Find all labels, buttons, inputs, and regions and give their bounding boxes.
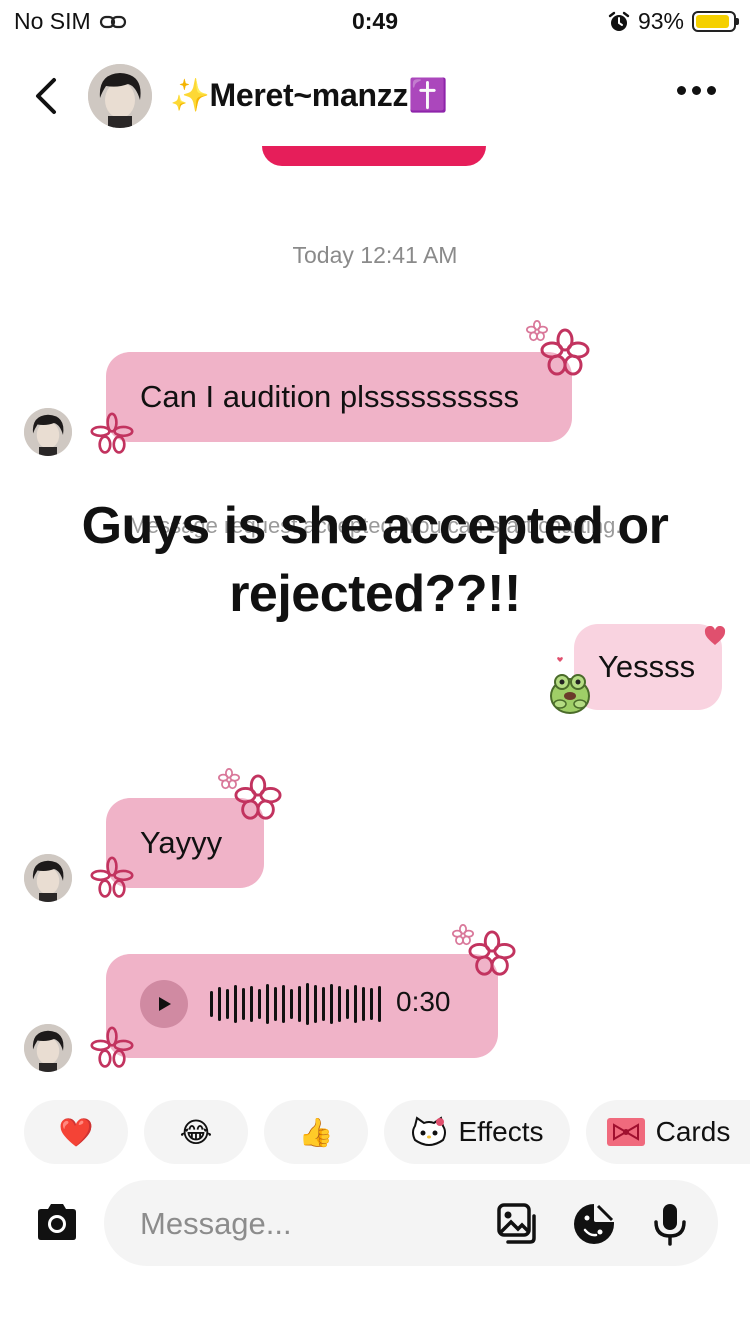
- waveform-bar: [362, 987, 365, 1021]
- chevron-left-icon[interactable]: [28, 74, 64, 118]
- message-bubble-outgoing[interactable]: Yessss: [574, 624, 722, 710]
- laughing-emoji-icon: 😂: [179, 1116, 213, 1148]
- kitty-icon: [412, 1116, 447, 1146]
- waveform-bar: [322, 987, 325, 1021]
- quick-actions-row: ❤️ 😂 👍 Effects Cards: [0, 1100, 750, 1164]
- waveform-bar: [210, 991, 213, 1017]
- thumbs-up-react-button[interactable]: 👍: [264, 1100, 368, 1164]
- cards-label: Cards: [655, 1116, 731, 1147]
- waveform-bar: [258, 989, 261, 1019]
- small-flower-icon: [218, 768, 240, 790]
- message-text: Can I audition plssssssssss: [140, 379, 520, 414]
- message-placeholder: Message...: [140, 1206, 292, 1241]
- sender-avatar[interactable]: [24, 854, 72, 902]
- small-flower-icon: [526, 320, 548, 342]
- dot: [677, 86, 686, 95]
- message-text: Yessss: [598, 649, 696, 684]
- ellipsis-icon[interactable]: [677, 86, 716, 95]
- message-input[interactable]: Message...: [104, 1180, 718, 1266]
- battery-fill: [696, 15, 730, 28]
- gallery-icon[interactable]: [496, 1202, 540, 1246]
- play-icon: [159, 997, 171, 1011]
- message-bubble[interactable]: Can I audition plssssssssss: [106, 352, 572, 442]
- heart-icon: ❤️: [58, 1116, 94, 1148]
- camera-icon[interactable]: [34, 1202, 80, 1242]
- thumbs-up-icon: 👍: [298, 1116, 334, 1148]
- voice-waveform[interactable]: [210, 983, 381, 1025]
- flower-icon: [234, 774, 282, 820]
- battery-percent: 93%: [637, 8, 684, 34]
- waveform-bar: [306, 983, 309, 1025]
- waveform-bar: [242, 988, 245, 1020]
- flower-icon: [90, 856, 134, 898]
- chat-timestamp: Today 12:41 AM: [292, 242, 458, 268]
- avatar-image: [24, 854, 72, 902]
- waveform-bar: [266, 984, 269, 1024]
- dot: [707, 86, 716, 95]
- avatar-image: [88, 64, 152, 128]
- flower-icon: [90, 1026, 134, 1068]
- waveform-bar: [370, 988, 373, 1020]
- waveform-bar: [282, 985, 285, 1023]
- heart-react-button[interactable]: ❤️: [24, 1100, 128, 1164]
- play-button[interactable]: [140, 980, 188, 1028]
- cards-button[interactable]: Cards: [586, 1100, 750, 1164]
- status-right: 93%: [608, 8, 739, 35]
- waveform-bar: [298, 986, 301, 1022]
- sticker-icon[interactable]: [572, 1202, 616, 1246]
- waveform-bar: [290, 989, 293, 1019]
- waveform-bar: [250, 986, 253, 1022]
- battery-icon: [692, 11, 739, 32]
- sender-avatar[interactable]: [24, 408, 72, 456]
- waveform-bar: [354, 985, 357, 1023]
- heart-sticker-icon: [704, 626, 726, 645]
- waveform-bar: [234, 985, 237, 1023]
- effects-button[interactable]: Effects: [384, 1100, 570, 1164]
- waveform-bar: [346, 989, 349, 1019]
- waveform-bar: [330, 984, 333, 1024]
- waveform-bar: [218, 987, 221, 1021]
- chat-header: ✨Meret~manzz✝️: [0, 56, 750, 140]
- status-bar: No SIM 0:49 93%: [0, 0, 750, 42]
- flower-icon: [90, 412, 134, 454]
- alarm-icon: [608, 11, 630, 31]
- flower-icon: [468, 930, 516, 976]
- ribbon-card-icon: [606, 1118, 645, 1146]
- waveform-bar: [274, 987, 277, 1021]
- voice-message-bubble[interactable]: 0:30: [106, 954, 498, 1058]
- frog-sticker-icon: [550, 657, 590, 714]
- waveform-bar: [314, 985, 317, 1023]
- waveform-bar: [226, 989, 229, 1019]
- avatar-image: [24, 408, 72, 456]
- contact-avatar[interactable]: [88, 64, 152, 128]
- contact-name[interactable]: ✨Meret~manzz✝️: [170, 76, 448, 114]
- waveform-bar: [338, 986, 341, 1022]
- voice-duration: 0:30: [396, 986, 451, 1017]
- dot: [692, 86, 701, 95]
- laugh-react-button[interactable]: 😂: [144, 1100, 248, 1164]
- message-text: Yayyy: [140, 825, 223, 860]
- avatar-image: [24, 1024, 72, 1072]
- small-flower-icon: [452, 924, 474, 946]
- microphone-icon[interactable]: [648, 1202, 692, 1246]
- effects-label: Effects: [458, 1116, 544, 1147]
- sender-avatar[interactable]: [24, 1024, 72, 1072]
- overlay-caption: Guys is she accepted or rejected??!!: [81, 497, 669, 623]
- waveform-bar: [378, 986, 381, 1022]
- previous-media-edge: [262, 146, 486, 166]
